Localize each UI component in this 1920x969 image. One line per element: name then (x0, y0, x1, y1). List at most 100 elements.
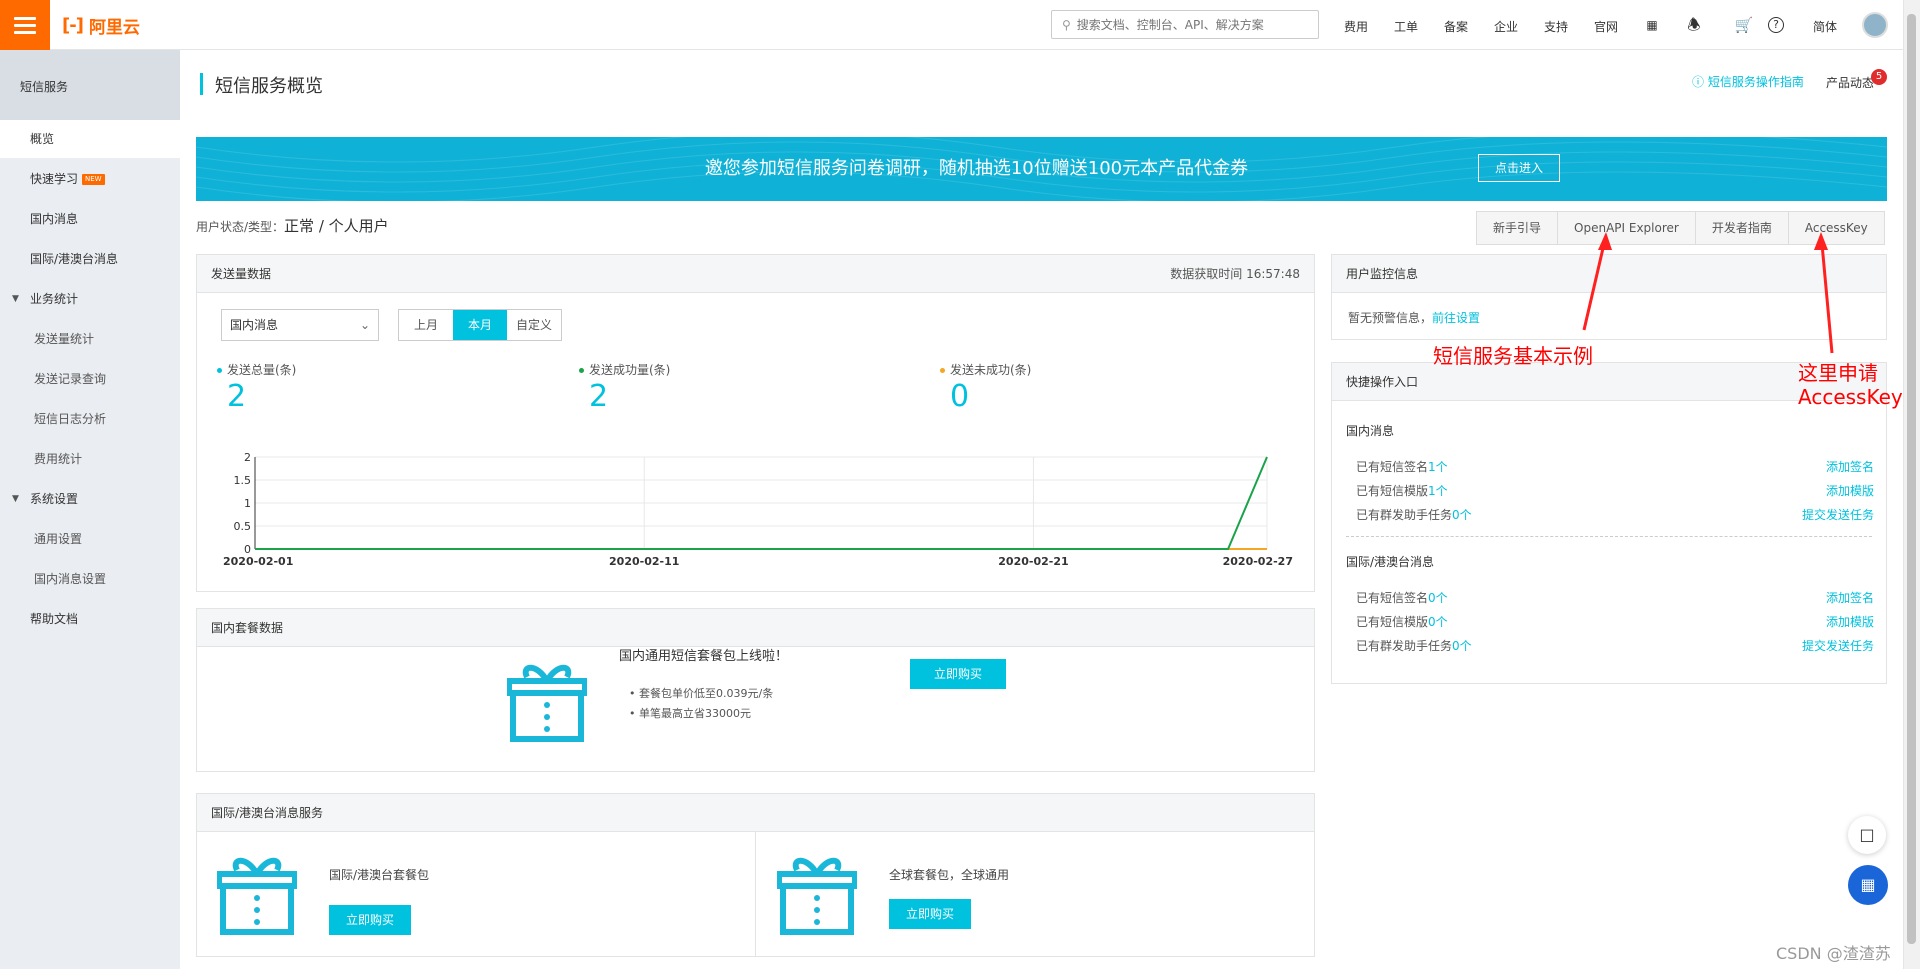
add-template-link[interactable]: 添加模版 (1826, 482, 1874, 499)
sidebar-title: 短信服务 (0, 50, 180, 120)
annotation-accesskey-line1: 这里申请 (1798, 361, 1878, 385)
submit-task-link[interactable]: 提交发送任务 (1802, 506, 1874, 523)
guide-link[interactable]: ⓘ 短信服务操作指南 (1692, 73, 1804, 90)
annotation-accesskey-line2: AccessKey (1798, 385, 1903, 409)
product-news-link[interactable]: 产品动态 (1826, 74, 1874, 91)
watermark: CSDN @渣渣苏 (1776, 944, 1891, 963)
monitor-settings-link[interactable]: 前往设置 (1432, 311, 1480, 325)
aliyun-logo[interactable]: [-] 阿里云 (62, 14, 140, 38)
sidebar-item-send-stats[interactable]: 发送量统计 (0, 320, 180, 358)
panel-title: 国际/港澳台消息服务 (197, 794, 1314, 832)
scrollbar-thumb[interactable] (1907, 14, 1916, 944)
sidebar-item-label: 概览 (30, 132, 55, 146)
kpi-failed-label: 发送未成功(条) (940, 361, 1031, 378)
row-text: 已有短信模版 (1356, 615, 1429, 629)
sidebar-group-settings[interactable]: ▼ 系统设置 (0, 480, 180, 518)
annotation-openapi: 短信服务基本示例 (1433, 344, 1593, 368)
row-count: 1个 (1428, 460, 1448, 474)
sidebar-item-overview[interactable]: 概览 (0, 120, 180, 158)
language-switch[interactable]: 简体 (1813, 18, 1837, 35)
kpi-success-label: 发送成功量(条) (579, 361, 670, 378)
kpi-failed-value: 0 (950, 379, 970, 414)
user-status-value: 正常 / 个人用户 (284, 217, 389, 235)
cart-icon[interactable]: 🛒 (1734, 15, 1754, 35)
sidebar-item-help-docs[interactable]: 帮助文档 (0, 600, 180, 638)
avatar[interactable] (1862, 12, 1888, 38)
sidebar-item-fee-stats[interactable]: 费用统计 (0, 440, 180, 478)
bullet-text: 套餐包单价低至0.039元/条 (639, 687, 774, 700)
quick-row: 已有短信模版0个 (1356, 613, 1448, 630)
submit-task-link[interactable]: 提交发送任务 (1802, 637, 1874, 654)
message-type-select[interactable]: 国内消息 ⌄ (221, 309, 379, 341)
search-input[interactable] (1076, 17, 1297, 32)
nav-tickets[interactable]: 工单 (1394, 18, 1418, 35)
panel-title: 国内套餐数据 (197, 609, 1314, 647)
send-volume-panel: 发送量数据 数据获取时间 16:57:48 国内消息 ⌄ 上月 本月 自定义 发送… (196, 254, 1315, 592)
period-custom[interactable]: 自定义 (507, 310, 561, 340)
package-bullet: • 单笔最高立省33000元 (629, 707, 751, 720)
sidebar-item-label: 国内消息 (30, 212, 79, 226)
kpi-total-value: 2 (227, 379, 247, 414)
monitor-text: 暂无预警信息，前往设置 (1348, 309, 1480, 326)
sidebar-item-general-settings[interactable]: 通用设置 (0, 520, 180, 558)
gift-icon (777, 857, 857, 935)
search-icon: ⚲ (1062, 17, 1071, 32)
search-box[interactable]: ⚲ (1051, 10, 1319, 39)
select-value: 国内消息 (230, 318, 279, 332)
sidebar-group-stats[interactable]: ▼ 业务统计 (0, 280, 180, 318)
buy-now-button[interactable]: 立即购买 (329, 905, 411, 935)
period-last-month[interactable]: 上月 (399, 310, 453, 340)
add-signature-link[interactable]: 添加签名 (1826, 458, 1874, 475)
sidebar-item-domestic[interactable]: 国内消息 (0, 200, 180, 238)
nav-filing[interactable]: 备案 (1444, 18, 1468, 35)
news-count-badge: 5 (1871, 69, 1887, 85)
quick-row: 已有短信模版1个 (1356, 482, 1448, 499)
help-icon[interactable]: ? (1768, 17, 1784, 33)
caret-down-icon: ▼ (12, 494, 19, 504)
nav-official-site[interactable]: 官网 (1594, 18, 1618, 35)
add-template-link[interactable]: 添加模版 (1826, 613, 1874, 630)
gift-icon (217, 857, 297, 935)
kpi-label-text: 发送成功量(条) (589, 363, 671, 377)
row-text: 已有群发助手任务 (1356, 639, 1453, 653)
logo-text: 阿里云 (88, 17, 140, 38)
period-this-month[interactable]: 本月 (453, 310, 507, 340)
nav-fees[interactable]: 费用 (1344, 18, 1368, 35)
intl-package-text: 国际/港澳台套餐包 (329, 868, 430, 882)
bell-icon[interactable]: 🕭 (1684, 15, 1704, 35)
tab-beginner-guide[interactable]: 新手引导 (1477, 212, 1559, 244)
kpi-label-text: 发送总量(条) (227, 363, 297, 377)
domestic-package-panel: 国内套餐数据 国内通用短信套餐包上线啦！ • 套餐包单价低至0.039元/条 •… (196, 608, 1315, 772)
quick-row: 已有群发助手任务0个 (1356, 637, 1472, 654)
menu-icon[interactable] (0, 0, 50, 50)
caret-down-icon: ▼ (12, 294, 19, 304)
sidebar-item-domestic-settings[interactable]: 国内消息设置 (0, 560, 180, 598)
row-text: 已有群发助手任务 (1356, 508, 1453, 522)
top-navbar: [-]阿里云 ⚲ 费用 工单 备案 企业 支持 官网 ▦ 🕭 🛒 ? 简体 (0, 0, 1903, 50)
sidebar-item-international[interactable]: 国际/港澳台消息 (0, 240, 180, 278)
sidebar-item-quick-learn[interactable]: 快速学习 NEW (0, 160, 180, 198)
buy-now-button[interactable]: 立即购买 (910, 659, 1006, 689)
buy-now-button[interactable]: 立即购买 (889, 899, 971, 929)
add-signature-link[interactable]: 添加签名 (1826, 589, 1874, 606)
sidebar-item-log-analysis[interactable]: 短信日志分析 (0, 400, 180, 438)
nav-enterprise[interactable]: 企业 (1494, 18, 1518, 35)
row-count: 0个 (1452, 508, 1472, 522)
title-accent-bar (200, 73, 203, 95)
sidebar-item-send-records[interactable]: 发送记录查询 (0, 360, 180, 398)
user-status-label: 用户状态/类型： (196, 220, 285, 234)
x-tick-label: 2020-02-21 (998, 555, 1068, 568)
sidebar-item-label: 国内消息设置 (34, 572, 107, 586)
banner-enter-button[interactable]: 点击进入 (1478, 154, 1560, 182)
kpi-dot (579, 368, 584, 373)
sidebar-item-label: 帮助文档 (30, 612, 79, 626)
sidebar-item-label: 发送量统计 (34, 332, 95, 346)
quick-row: 已有群发助手任务0个 (1356, 506, 1472, 523)
apps-grid-icon[interactable]: ▦ (1848, 865, 1888, 905)
gift-icon (507, 664, 587, 742)
nav-support[interactable]: 支持 (1544, 18, 1568, 35)
chat-icon[interactable]: □ (1848, 816, 1886, 854)
terminal-icon[interactable]: ▦ (1642, 15, 1662, 35)
guide-link-label: 短信服务操作指南 (1707, 75, 1804, 89)
divider (755, 832, 756, 957)
